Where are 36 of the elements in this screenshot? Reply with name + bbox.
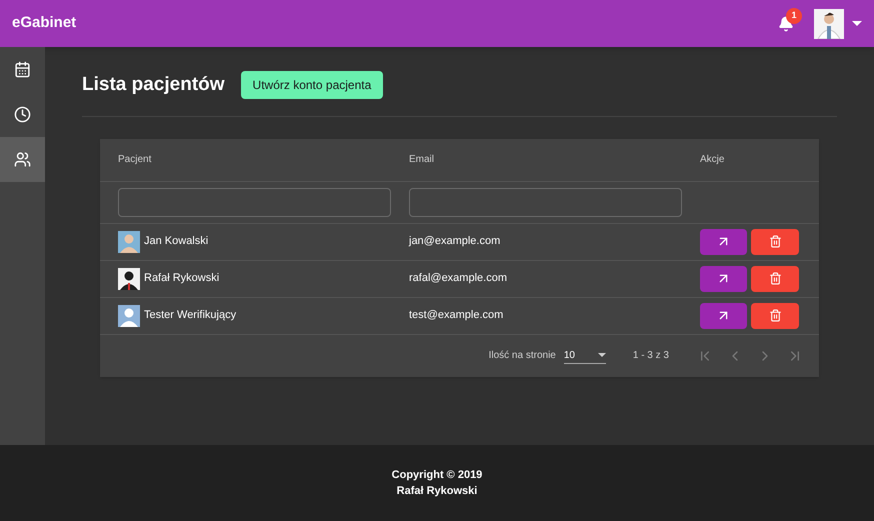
page-range: 1 - 3 z 3: [632, 349, 669, 363]
patient-name: Rafał Rykowski: [144, 271, 220, 286]
caret-icon: [598, 353, 606, 357]
open-button[interactable]: [700, 266, 747, 292]
sidebar-item[interactable]: [0, 137, 45, 182]
patient-name: Jan Kowalski: [144, 234, 208, 250]
trash-icon: [768, 235, 782, 248]
page-size-label: Ilość na stronie: [488, 349, 556, 363]
app-title: eGabinet: [12, 13, 76, 34]
column-header: Email: [409, 153, 436, 167]
caret-icon: [852, 21, 862, 26]
filter-field[interactable]: [409, 188, 682, 216]
patient-name: Tester Werifikujący: [144, 308, 236, 324]
column-header: Pacjent: [118, 153, 152, 167]
people-icon: [14, 151, 31, 168]
trash-icon: [768, 309, 782, 322]
create-patient-button[interactable]: Utwórz konto pacjenta: [240, 71, 384, 100]
delete-button[interactable]: [751, 266, 799, 292]
footer-text: Rafał Rykowski: [396, 484, 478, 499]
page-title: Lista pacjentów: [82, 73, 225, 97]
filter-field[interactable]: [118, 188, 391, 216]
footer-text: Copyright © 2019: [392, 468, 482, 483]
patient-email: jan@example.com: [409, 234, 502, 250]
page-size-select[interactable]: 10: [564, 348, 606, 364]
column-header: Akcje: [700, 153, 726, 167]
delete-button[interactable]: [751, 302, 799, 328]
clock-icon: [14, 106, 31, 123]
open-button[interactable]: [700, 302, 747, 328]
notification-badge: 1: [786, 8, 802, 24]
patient-email: test@example.com: [409, 308, 504, 324]
open-button[interactable]: [700, 228, 747, 254]
delete-button[interactable]: [751, 228, 799, 254]
calendar-icon: [14, 61, 31, 78]
user-menu-button[interactable]: [814, 8, 862, 38]
trash-icon: [768, 272, 782, 285]
patient-email: rafal@example.com: [409, 271, 508, 286]
